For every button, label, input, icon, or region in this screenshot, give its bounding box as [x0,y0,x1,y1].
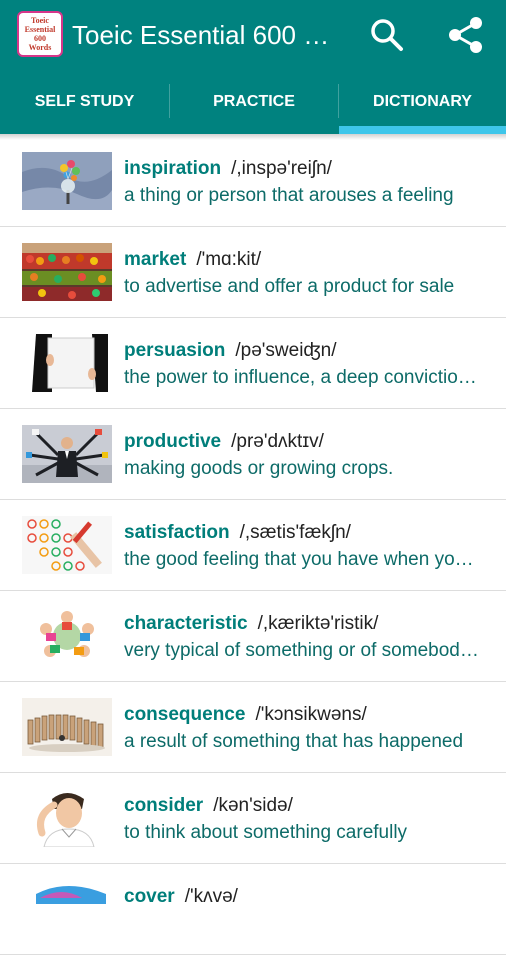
tab-dictionary[interactable]: DICTIONARY [339,70,506,134]
satisfaction-survey-image [22,516,112,574]
share-button[interactable] [444,13,488,57]
children-circle-image [22,607,112,665]
app-logo: Toeic Essential 600 Words [17,11,63,57]
lightbulb-balloons-image [22,152,112,210]
entry-definition: to advertise and offer a product for sal… [124,276,455,297]
multitasking-businessman-image [22,425,112,483]
app-title: Toeic Essential 600 Words [72,20,342,50]
falling-dominoes-image [22,698,112,756]
entry-pronunciation: /pə'sweiʤn/ [235,340,337,361]
search-button[interactable] [365,13,409,57]
entry-word: productive [124,431,222,452]
list-item[interactable]: inspiration /,inspə'reiʃn/ a thing or per… [0,136,506,227]
entry-pronunciation: /,inspə'reiʃn/ [231,158,332,179]
entry-pronunciation: /prə'dʌktɪv/ [231,431,324,452]
entry-definition: a result of something that has happened [124,731,464,752]
entry-heading: consider/kən'sidə/ [124,795,486,817]
entry-heading: satisfaction /,sætis'fækʃn/ [124,522,486,544]
logo-line: Essential [24,25,56,34]
dictionary-list: inspiration /,inspə'reiʃn/ a thing or per… [0,136,506,955]
entry-word: consider [124,795,204,816]
logo-line: Toeic [31,16,49,25]
share-icon [449,17,482,53]
person-holding-paper-image [22,334,112,392]
thinking-man-image [22,789,112,847]
entry-word: consequence [124,704,246,725]
entry-pronunciation: /'kʌvə/ [184,886,238,907]
entry-heading: consequence /'kɔnsikwəns/ [124,704,486,726]
entry-pronunciation: /kən'sidə/ [213,795,293,816]
list-item[interactable]: market /'mɑ:kit/ to advertise and offer a… [0,227,506,318]
tab-practice[interactable]: PRACTICE [170,70,338,134]
list-item[interactable]: satisfaction /,sætis'fækʃn/ the good feel… [0,500,506,591]
entry-heading: inspiration /,inspə'reiʃn/ [124,158,486,180]
entry-word: persuasion [124,340,226,361]
logo-line: Words [28,43,52,52]
entry-pronunciation: /,kæriktə'ristik/ [257,613,379,634]
active-tab-indicator [339,126,506,134]
tab-bar: SELF STUDY PRACTICE DICTIONARY [0,70,506,134]
list-item[interactable]: cover /'kʌvə/ [0,864,506,955]
entry-word: cover [124,886,175,907]
entry-heading: persuasion/pə'sweiʤn/ [124,340,486,362]
list-item[interactable]: consider/kən'sidə/ to think about someth… [0,773,506,864]
entry-word: market [124,249,187,270]
list-item[interactable]: consequence /'kɔnsikwəns/ a result of som… [0,682,506,773]
entry-definition: the power to influence, a deep convictio… [124,367,484,388]
entry-heading: productive/prə'dʌktɪv/ [124,431,486,453]
produce-market-image [22,243,112,301]
entry-definition: very typical of something or of somebody… [124,640,484,661]
logo-line: 600 [34,34,46,43]
cover-image [22,880,112,938]
entry-word: inspiration [124,158,222,179]
tab-self-study[interactable]: SELF STUDY [0,70,169,134]
entry-definition: the good feeling that you have when you … [124,549,484,570]
search-icon [371,19,403,51]
entry-word: satisfaction [124,522,230,543]
entry-pronunciation: /'kɔnsikwəns/ [255,704,367,725]
entry-pronunciation: /,sætis'fækʃn/ [239,522,351,543]
entry-heading: characteristic /,kæriktə'ristik/ [124,613,486,635]
entry-word: characteristic [124,613,248,634]
list-item[interactable]: characteristic /,kæriktə'ristik/ very typ… [0,591,506,682]
entry-heading: cover /'kʌvə/ [124,886,486,908]
app-bar: Toeic Essential 600 Words Toeic Essentia… [0,0,506,70]
entry-definition: to think about something carefully [124,822,408,843]
list-item[interactable]: persuasion/pə'sweiʤn/ the power to influ… [0,318,506,409]
entry-heading: market /'mɑ:kit/ [124,249,486,271]
entry-definition: making goods or growing crops. [124,458,394,479]
entry-pronunciation: /'mɑ:kit/ [196,249,262,270]
list-item[interactable]: productive/prə'dʌktɪv/ making goods or g… [0,409,506,500]
entry-definition: a thing or person that arouses a feeling [124,185,454,206]
